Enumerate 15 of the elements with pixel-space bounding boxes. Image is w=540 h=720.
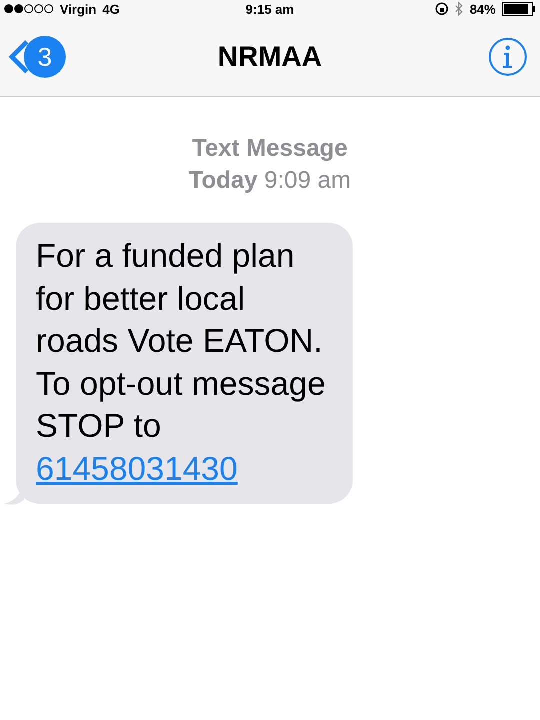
network-type: 4G (102, 2, 120, 16)
phone-number-link[interactable]: 61458031430 (36, 450, 238, 486)
battery-icon (502, 2, 536, 16)
bluetooth-icon (454, 2, 464, 16)
contact-name: NRMAA (218, 41, 322, 73)
rotation-lock-icon (434, 2, 449, 16)
message-type-label: Text Message (192, 134, 348, 164)
chevron-left-icon (8, 39, 30, 75)
signal-icon (4, 4, 54, 14)
info-icon[interactable] (488, 37, 528, 77)
battery-percentage: 84% (470, 2, 496, 16)
carrier-name: Virgin (60, 2, 97, 16)
message-bubble: For a funded plan for better local roads Vote EATON. To opt-out message STOP to 61458031430 (16, 223, 353, 504)
message-date: Today 9:09 am (188, 166, 352, 196)
clock-time: 9:15 am (246, 2, 294, 16)
